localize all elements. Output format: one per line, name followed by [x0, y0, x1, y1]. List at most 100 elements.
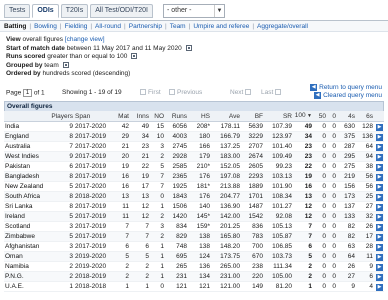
first-page-button[interactable]: First	[140, 89, 161, 96]
column-header[interactable]: Span	[74, 111, 112, 122]
table-cell: 12	[293, 211, 313, 222]
table-cell: 166.79	[211, 131, 241, 142]
row-details-link[interactable]: ▶	[374, 211, 384, 222]
remove-filter-icon[interactable]	[62, 62, 69, 69]
row-details-link[interactable]: ▶	[374, 141, 384, 152]
other-format-select[interactable]: - other - ▼	[162, 4, 225, 18]
table-cell: 16	[112, 171, 130, 182]
table-cell: 19	[112, 161, 130, 172]
change-view-link[interactable]: [change view]	[65, 36, 105, 43]
row-details-link[interactable]: ▶	[374, 161, 384, 172]
table-cell: 2017-2020	[74, 141, 112, 152]
column-header[interactable]: HS	[188, 111, 211, 122]
table-cell: 2	[150, 151, 165, 162]
tab-all-formats[interactable]: All Test/ODI/T20I	[90, 4, 153, 18]
last-page-button[interactable]: Last	[261, 89, 283, 96]
row-details-link[interactable]: ▶	[374, 251, 384, 262]
table-cell: 159*	[188, 221, 211, 232]
row-details-link[interactable]: ▶	[374, 281, 384, 292]
table-cell: 0	[313, 181, 327, 192]
column-header[interactable]: 4s	[337, 111, 356, 122]
table-cell: 2	[112, 261, 130, 272]
table-cell: 26	[337, 261, 356, 272]
column-header[interactable]: Runs	[165, 111, 188, 122]
row-details-link[interactable]: ▶	[374, 261, 384, 272]
column-header[interactable]: Mat	[112, 111, 130, 122]
table-cell: 0	[327, 171, 337, 182]
column-header[interactable]: NO	[150, 111, 165, 122]
page-number-input[interactable]: 1	[23, 89, 32, 97]
table-cell: 178.11	[211, 121, 241, 132]
table-cell: 180	[188, 131, 211, 142]
cleared-query-menu-link[interactable]: ◀ Cleared query menu	[310, 92, 382, 100]
table-cell: 63	[337, 241, 356, 252]
table-cell: 0	[327, 221, 337, 232]
column-header[interactable]: Players	[50, 111, 74, 122]
tab-odis[interactable]: ODIs	[32, 4, 59, 18]
column-header[interactable]: SR	[264, 111, 293, 122]
nav-batting[interactable]: Batting	[4, 23, 26, 30]
row-details-link[interactable]: ▶	[374, 231, 384, 242]
team-name: West Indies	[4, 151, 50, 162]
table-cell: 0	[313, 211, 327, 222]
column-header[interactable]: Ave	[211, 111, 241, 122]
table-cell: 700	[241, 241, 264, 252]
row-details-link[interactable]: ▶	[374, 171, 384, 182]
table-cell: 0	[327, 161, 337, 172]
table-cell: 105.87	[264, 231, 293, 242]
tab-t20is[interactable]: T20Is	[60, 4, 89, 18]
table-caption: Overall figures	[4, 101, 384, 111]
column-header[interactable]	[4, 111, 50, 122]
nav-bowling[interactable]: Bowling	[34, 23, 57, 30]
table-cell: 1889	[241, 181, 264, 192]
row-details-link[interactable]: ▶	[374, 151, 384, 162]
column-header[interactable]: 100 ▼	[293, 111, 313, 122]
row-details-link[interactable]: ▶	[374, 221, 384, 232]
table-row: Zimbabwe 5 2017-2019 7 7 2 829 138 165.80 783 105.…	[4, 231, 384, 242]
tab-tests[interactable]: Tests	[4, 4, 31, 18]
nav-team[interactable]: Team	[170, 23, 186, 30]
remove-filter-icon[interactable]	[131, 53, 138, 60]
return-query-menu-link[interactable]: ◀ Return to query menu	[310, 84, 382, 92]
team-name: South Africa	[4, 191, 50, 202]
table-cell: 0	[313, 131, 327, 142]
table-cell: 15	[150, 121, 165, 132]
table-cell: 13	[293, 191, 313, 202]
nav-aggregate[interactable]: Aggregate/overall	[257, 23, 308, 30]
table-cell: 2017-2019	[74, 151, 112, 162]
table-cell: 99.23	[264, 161, 293, 172]
row-details-link[interactable]: ▶	[374, 121, 384, 132]
table-cell: 6	[293, 241, 313, 252]
column-header[interactable]: Inns	[130, 111, 150, 122]
row-details-link[interactable]: ▶	[374, 181, 384, 192]
table-cell: 21	[112, 141, 130, 152]
row-details-link[interactable]: ▶	[374, 201, 384, 212]
team-name: Ireland	[4, 211, 50, 222]
table-cell: 2	[50, 271, 74, 282]
table-cell: 2019-2020	[74, 261, 112, 272]
row-details-link[interactable]: ▶	[374, 131, 384, 142]
arrow-right-icon: ▶	[376, 134, 383, 141]
row-details-link[interactable]: ▶	[374, 241, 384, 252]
nav-all-round[interactable]: All-round	[95, 23, 121, 30]
table-cell: 2585	[165, 161, 188, 172]
nav-fielding[interactable]: Fielding	[65, 23, 88, 30]
table-cell: 49	[293, 121, 313, 132]
row-details-link[interactable]: ▶	[374, 271, 384, 282]
next-page-button[interactable]: Next	[230, 89, 253, 96]
table-cell: 0	[313, 171, 327, 182]
row-details-link[interactable]: ▶	[374, 191, 384, 202]
previous-page-button[interactable]: Previous	[169, 89, 202, 96]
nav-partnership[interactable]: Partnership	[129, 23, 162, 30]
table-cell: 3	[50, 221, 74, 232]
column-header[interactable]: 6s	[356, 111, 374, 122]
table-cell: 210*	[188, 161, 211, 172]
table-cell: 2928	[165, 151, 188, 162]
column-header[interactable]: BF	[241, 111, 264, 122]
table-cell: 4003	[165, 131, 188, 142]
remove-filter-icon[interactable]	[185, 44, 192, 51]
column-header[interactable]: 0	[327, 111, 337, 122]
column-header[interactable]: 50	[313, 111, 327, 122]
table-cell: 101.27	[264, 201, 293, 212]
nav-umpire-referee[interactable]: Umpire and referee	[193, 23, 249, 30]
